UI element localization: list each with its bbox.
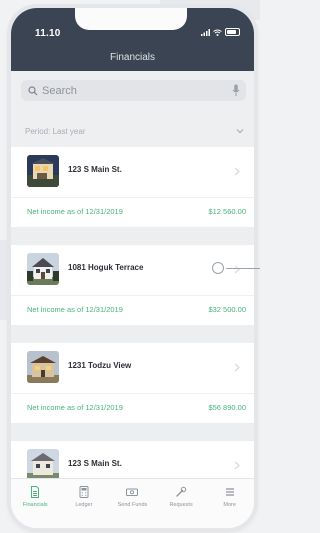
microphone-icon[interactable] [232,84,240,97]
property-card[interactable]: 123 S Main St. Net income as of 12/31/20… [11,147,254,227]
property-address: 123 S Main St. [68,459,122,468]
net-income-value: $56 890.00 [208,403,246,412]
net-income-label: Net income as of 12/31/2019 [27,305,123,314]
period-selector[interactable]: Period: Last year [11,121,254,147]
wrench-icon [176,486,187,497]
property-address: 1081 Hoguk Terrace [68,263,144,272]
annotation-line [226,268,260,269]
search-input[interactable] [42,84,212,97]
signal-icon [201,28,210,36]
tab-financials[interactable]: Financials [11,479,60,528]
battery-icon [225,28,240,36]
tab-label: Send Funds [117,502,148,508]
card-gap [11,227,254,245]
tab-label: Requests [169,502,193,508]
phone-notch [75,8,187,30]
menu-icon [225,488,234,496]
tab-label: Ledger [75,502,93,508]
page-title: Financials [109,52,156,63]
net-income-value: $12 560.00 [208,207,246,216]
chevron-right-icon [234,461,240,470]
divider [11,393,254,394]
tab-ledger[interactable]: Ledger [60,479,109,528]
wifi-icon [213,29,222,36]
search-icon [28,85,38,95]
property-card[interactable]: 1081 Hoguk Terrace Net income as of 12/3… [11,245,254,325]
divider [11,197,254,198]
tab-label: Financials [22,502,48,508]
net-income-label: Net income as of 12/31/2019 [27,403,123,412]
document-icon [31,486,40,498]
status-icons [201,28,240,36]
search-bar[interactable] [21,80,246,101]
tab-requests[interactable]: Requests [157,479,206,528]
property-card[interactable]: 1231 Todzu View Net income as of 12/31/2… [11,343,254,423]
chevron-right-icon [234,265,240,274]
card-gap [11,325,254,343]
property-row[interactable]: 123 S Main St. [11,147,254,197]
property-address: 123 S Main St. [68,165,122,174]
calculator-icon [79,486,89,498]
property-row[interactable]: 1231 Todzu View [11,343,254,393]
net-income-label: Net income as of 12/31/2019 [27,207,123,216]
property-thumbnail [27,449,59,481]
property-thumbnail [27,253,59,285]
card-gap [11,423,254,441]
period-label: Period: Last year [25,127,86,136]
tab-more[interactable]: More [205,479,254,528]
tab-label: More [223,502,236,508]
divider [11,295,254,296]
property-thumbnail [27,155,59,187]
search-area [11,71,254,121]
app-header: 11.10 Financials [11,8,254,71]
bottom-tab-bar: Financials Ledger Send Funds Requests Mo… [11,478,254,528]
chevron-right-icon [234,167,240,176]
property-card[interactable]: 123 S Main St. [11,441,254,481]
property-thumbnail [27,351,59,383]
net-income-value: $32 500.00 [208,305,246,314]
property-address: 1231 Todzu View [68,361,132,370]
annotation-marker [212,262,224,274]
tab-send-funds[interactable]: Send Funds [108,479,157,528]
chevron-right-icon [234,363,240,372]
chevron-down-icon [236,129,244,134]
status-time: 11.10 [35,28,61,39]
cash-icon [126,488,139,496]
